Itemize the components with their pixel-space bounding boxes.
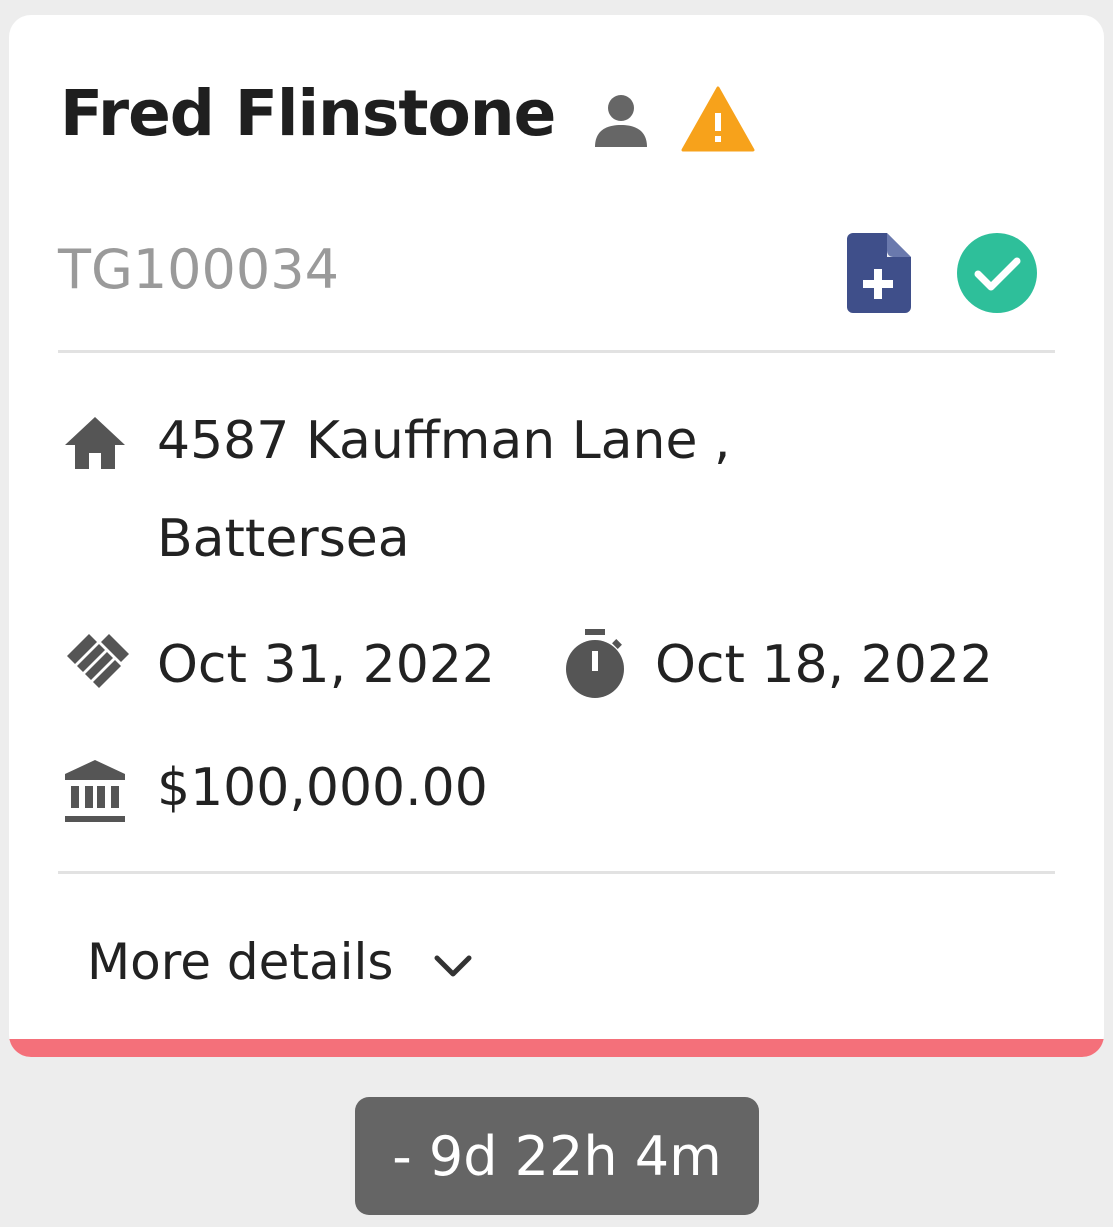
address-line-2: Battersea [157, 509, 410, 569]
document-add-icon[interactable] [847, 233, 911, 313]
countdown-label: - 9d 22h 4m [392, 1124, 722, 1188]
divider-bottom [58, 871, 1055, 874]
deadline-date: Oct 18, 2022 [655, 635, 993, 695]
chevron-down-icon [434, 955, 472, 977]
more-details-toggle[interactable]: More details [87, 933, 473, 991]
divider-top [58, 350, 1055, 353]
warning-icon [681, 86, 755, 152]
case-card[interactable]: Fred Flinstone TG100034 4587 Kauffman La… [9, 15, 1104, 1057]
check-circle-icon [957, 233, 1037, 313]
client-name: Fred Flinstone [60, 77, 556, 150]
bank-icon [65, 760, 125, 822]
handshake-icon [67, 634, 129, 688]
stopwatch-icon [566, 629, 624, 698]
person-icon [595, 95, 647, 147]
countdown-badge: - 9d 22h 4m [355, 1097, 759, 1215]
amount: $100,000.00 [157, 758, 488, 818]
agreed-date: Oct 31, 2022 [157, 635, 495, 695]
home-icon [65, 417, 125, 469]
reference-number: TG100034 [58, 238, 339, 301]
status-accent-bar [9, 1039, 1104, 1057]
address-line-1: 4587 Kauffman Lane , [157, 411, 731, 471]
more-details-label: More details [87, 933, 394, 991]
